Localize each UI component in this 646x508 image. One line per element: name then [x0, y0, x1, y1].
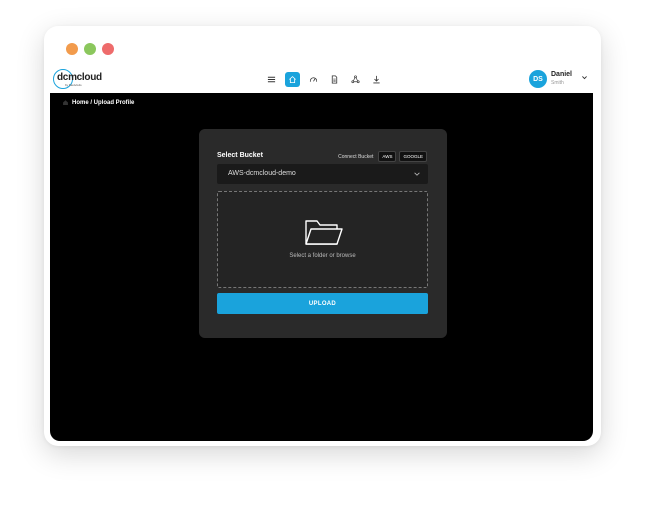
window-maximize-dot[interactable] [84, 43, 96, 55]
window-minimize-dot[interactable] [66, 43, 78, 55]
chevron-down-icon [414, 172, 420, 176]
home-icon[interactable] [62, 99, 69, 106]
folder-dropzone[interactable]: Select a folder or browse [217, 191, 428, 288]
breadcrumb: Home / Upload Profile [62, 99, 134, 106]
aws-button[interactable]: AWS [378, 151, 397, 162]
share-icon [351, 75, 360, 84]
document-icon [331, 75, 338, 84]
logo-subtext: by Medvis4s [65, 83, 82, 87]
chevron-down-icon[interactable] [581, 74, 588, 81]
top-navbar: dcmcloud by Medvis4s DS Daniel Smith [50, 66, 593, 93]
nav-download[interactable] [369, 72, 384, 87]
download-icon [373, 75, 380, 84]
logo[interactable]: dcmcloud by Medvis4s [53, 68, 102, 91]
nav-document[interactable] [327, 72, 342, 87]
logo-text: dcmcloud [57, 72, 102, 83]
dropzone-text: Select a folder or browse [289, 253, 356, 259]
upload-card: Select Bucket Connect Bucket AWS GOOGLE … [199, 129, 447, 338]
app-viewport: dcmcloud by Medvis4s DS Daniel Smith Hom… [50, 66, 593, 441]
connect-bucket: Connect Bucket AWS GOOGLE [338, 151, 427, 162]
bucket-select-value: AWS-dcmcloud-demo [228, 170, 296, 177]
window-close-dot[interactable] [102, 43, 114, 55]
home-icon [289, 76, 296, 84]
avatar: DS [529, 70, 547, 88]
card-title: Select Bucket [217, 152, 263, 159]
breadcrumb-text[interactable]: Home / Upload Profile [72, 100, 134, 106]
connect-bucket-label: Connect Bucket [338, 153, 374, 160]
bucket-select[interactable]: AWS-dcmcloud-demo [217, 164, 428, 184]
user-last-name: Smith [551, 80, 564, 86]
dashboard-icon [309, 77, 318, 82]
browser-window: dcmcloud by Medvis4s DS Daniel Smith Hom… [44, 26, 601, 446]
nav-share[interactable] [348, 72, 363, 87]
nav-dashboard[interactable] [306, 72, 321, 87]
nav-home[interactable] [285, 72, 300, 87]
folder-icon [305, 220, 343, 245]
user-menu[interactable]: DS Daniel Smith [529, 69, 593, 91]
google-button[interactable]: GOOGLE [399, 151, 427, 162]
nav-menu[interactable] [264, 72, 279, 87]
menu-icon [267, 76, 276, 83]
upload-button[interactable]: UPLOAD [217, 293, 428, 314]
user-first-name: Daniel [551, 71, 573, 78]
